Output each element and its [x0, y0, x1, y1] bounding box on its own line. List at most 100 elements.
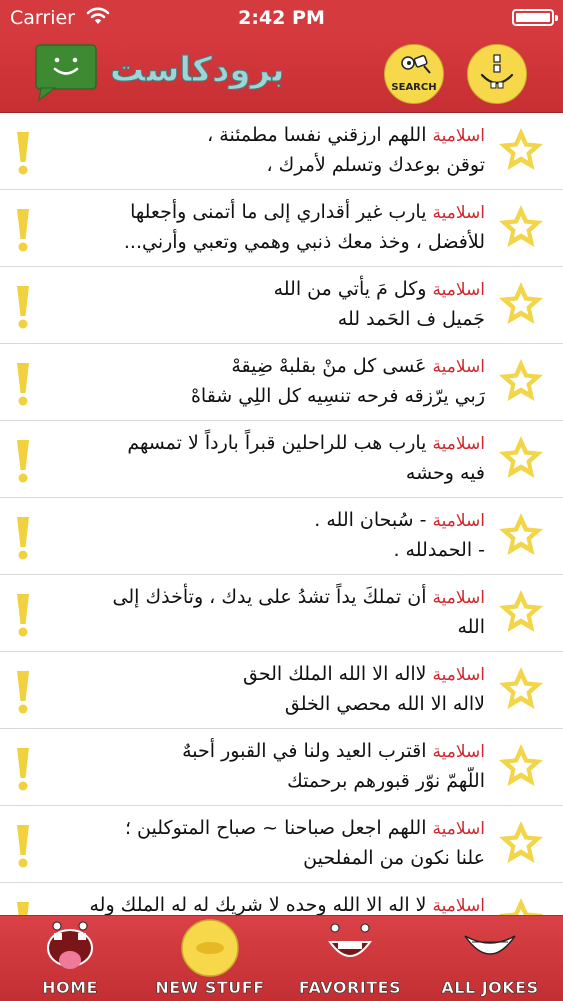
message-category: اسلامية — [432, 434, 485, 454]
smiley-face-icon — [480, 54, 514, 89]
menu-button[interactable] — [467, 44, 527, 104]
report-exclamation-icon[interactable] — [13, 669, 33, 715]
message-row[interactable]: اسلامية يارب غير أقداري إلى ما أتمنى وأج… — [0, 190, 563, 267]
message-category: اسلامية — [432, 896, 485, 915]
message-category: اسلامية — [432, 280, 485, 300]
favorite-star-icon[interactable] — [497, 896, 545, 915]
message-category: اسلامية — [432, 357, 485, 377]
message-category: اسلامية — [432, 511, 485, 531]
message-category: اسلامية — [432, 819, 485, 839]
message-row[interactable]: اسلامية وكل مَ يأتي من الله جَميل ف الحَم… — [0, 267, 563, 344]
message-text: اسلامية اللهم ارزقني نفسا مطمئنة ، توقن ب… — [40, 121, 485, 180]
big-smile-icon — [464, 935, 516, 955]
message-text: اسلامية اقترب العيد ولنا في القبور أحبهٌ… — [40, 737, 485, 796]
report-exclamation-icon[interactable] — [13, 438, 33, 484]
message-row[interactable]: اسلامية لااله الا الله الملك الحق لااله ا… — [0, 652, 563, 729]
favorite-star-icon[interactable] — [497, 819, 545, 867]
favorite-star-icon[interactable] — [497, 203, 545, 251]
favorite-star-icon[interactable] — [497, 434, 545, 482]
chat-smiley-logo-icon[interactable] — [35, 44, 97, 102]
report-exclamation-icon[interactable] — [13, 515, 33, 561]
message-row[interactable]: اسلامية اللهم ارزقني نفسا مطمئنة ، توقن ب… — [0, 113, 563, 190]
favorite-star-icon[interactable] — [497, 280, 545, 328]
favorite-star-icon[interactable] — [497, 511, 545, 559]
message-category: اسلامية — [432, 126, 485, 146]
message-line-2: لااله الا الله محصي الخلق — [284, 693, 485, 715]
status-bar: Carrier 2:42 PM — [0, 0, 563, 36]
message-category: اسلامية — [432, 665, 485, 685]
report-exclamation-icon[interactable] — [13, 361, 33, 407]
tab-bar: HOME NEW STUFF FAVORITES ALL JOKES — [0, 915, 563, 1001]
message-row[interactable]: اسلامية لا اله الا الله وحده لا شريك له … — [0, 883, 563, 915]
app-title: برودكاست — [109, 50, 285, 91]
yellow-smiley-icon — [181, 919, 239, 977]
tab-favorites[interactable]: FAVORITES — [280, 916, 420, 1001]
favorite-star-icon[interactable] — [497, 742, 545, 790]
message-text: اسلامية وكل مَ يأتي من الله جَميل ف الحَم… — [40, 275, 485, 334]
tab-home-label: HOME — [42, 978, 98, 998]
message-line-1: اسلامية اقترب العيد ولنا في القبور أحبهٌ — [182, 740, 485, 762]
message-line-1: اسلامية يارب غير أقداري إلى ما أتمنى وأج… — [130, 201, 485, 223]
tab-home[interactable]: HOME — [0, 916, 140, 1001]
message-text: اسلامية أن تملكَ يداً تشدُ على يدك ، وتأ… — [40, 583, 485, 642]
message-text: اسلامية لااله الا الله الملك الحق لااله ا… — [40, 660, 485, 719]
navigation-bar: برودكاست SEARCH — [0, 36, 563, 113]
report-exclamation-icon[interactable] — [13, 130, 33, 176]
favorite-star-icon[interactable] — [497, 357, 545, 405]
report-exclamation-icon[interactable] — [13, 284, 33, 330]
report-exclamation-icon[interactable] — [13, 823, 33, 869]
message-line-2: الله — [457, 616, 485, 638]
message-row[interactable]: اسلامية يارب هب للراحلين قبراً بارداً لا… — [0, 421, 563, 498]
tab-new-stuff[interactable]: NEW STUFF — [140, 916, 280, 1001]
message-row[interactable]: اسلامية اقترب العيد ولنا في القبور أحبهٌ… — [0, 729, 563, 806]
clock: 2:42 PM — [238, 7, 325, 29]
message-line-2: جَميل ف الحَمد لله — [337, 308, 485, 330]
message-row[interactable]: اسلامية - سُبحان الله . - الحمدلله . — [0, 498, 563, 575]
message-category: اسلامية — [432, 588, 485, 608]
tab-new-stuff-label: NEW STUFF — [155, 978, 265, 998]
grin-face-icon — [328, 923, 372, 957]
message-line-2: اللّهمّ نوّر قبورهم برحمتك — [287, 770, 485, 792]
report-exclamation-icon[interactable] — [13, 207, 33, 253]
message-line-2: توقن بوعدك وتسلم لأمرك ، — [266, 154, 485, 176]
message-line-2: للأفضل ، وخذ معك ذنبي وهمي وتعبي وأرني..… — [123, 231, 485, 253]
message-line-1: اسلامية - سُبحان الله . — [314, 509, 485, 531]
battery-icon — [512, 9, 558, 26]
message-line-1: اسلامية لا اله الا الله وحده لا شريك له … — [89, 894, 485, 915]
message-category: اسلامية — [432, 203, 485, 223]
message-text: اسلامية يارب غير أقداري إلى ما أتمنى وأج… — [40, 198, 485, 257]
search-button[interactable]: SEARCH — [384, 44, 444, 104]
message-line-2: فيه وحشه — [405, 462, 485, 484]
message-line-2: - الحمدلله . — [393, 539, 485, 561]
message-line-1: اسلامية عَسى كل منْ بقلبهْ ضِيقهْ — [231, 355, 485, 377]
message-line-1: اسلامية أن تملكَ يداً تشدُ على يدك ، وتأ… — [112, 586, 485, 608]
message-line-2: رَبي يرّزقه فرحه تنسِيه كل اللِي شقاهْ — [190, 385, 485, 407]
search-label: SEARCH — [391, 82, 437, 93]
message-text: اسلامية عَسى كل منْ بقلبهْ ضِيقهْ رَبي ير… — [40, 352, 485, 411]
message-row[interactable]: اسلامية عَسى كل منْ بقلبهْ ضِيقهْ رَبي ير… — [0, 344, 563, 421]
message-line-2: علنا نكون من المفلحين — [303, 847, 485, 869]
tongue-face-icon — [47, 921, 93, 969]
favorite-star-icon[interactable] — [497, 126, 545, 174]
report-exclamation-icon[interactable] — [13, 592, 33, 638]
message-text: اسلامية - سُبحان الله . - الحمدلله . — [40, 506, 485, 565]
tab-all-jokes[interactable]: ALL JOKES — [420, 916, 560, 1001]
message-row[interactable]: اسلامية أن تملكَ يداً تشدُ على يدك ، وتأ… — [0, 575, 563, 652]
message-text: اسلامية اللهم اجعل صباحنا ~ صباح المتوكل… — [40, 814, 485, 873]
favorite-star-icon[interactable] — [497, 588, 545, 636]
message-text: اسلامية يارب هب للراحلين قبراً بارداً لا… — [40, 429, 485, 488]
tab-favorites-label: FAVORITES — [298, 978, 402, 998]
report-exclamation-icon[interactable] — [13, 900, 33, 915]
favorite-star-icon[interactable] — [497, 665, 545, 713]
message-line-1: اسلامية يارب هب للراحلين قبراً بارداً لا… — [127, 432, 485, 454]
message-line-1: اسلامية لااله الا الله الملك الحق — [243, 663, 485, 685]
message-text: اسلامية لا اله الا الله وحده لا شريك له … — [40, 891, 485, 915]
message-line-1: اسلامية اللهم اجعل صباحنا ~ صباح المتوكل… — [124, 817, 485, 839]
tab-all-jokes-label: ALL JOKES — [441, 978, 539, 998]
message-line-1: اسلامية وكل مَ يأتي من الله — [273, 278, 485, 300]
search-face-icon — [401, 55, 431, 74]
message-list[interactable]: اسلامية اللهم ارزقني نفسا مطمئنة ، توقن ب… — [0, 113, 563, 915]
report-exclamation-icon[interactable] — [13, 746, 33, 792]
message-row[interactable]: اسلامية اللهم اجعل صباحنا ~ صباح المتوكل… — [0, 806, 563, 883]
message-category: اسلامية — [432, 742, 485, 762]
